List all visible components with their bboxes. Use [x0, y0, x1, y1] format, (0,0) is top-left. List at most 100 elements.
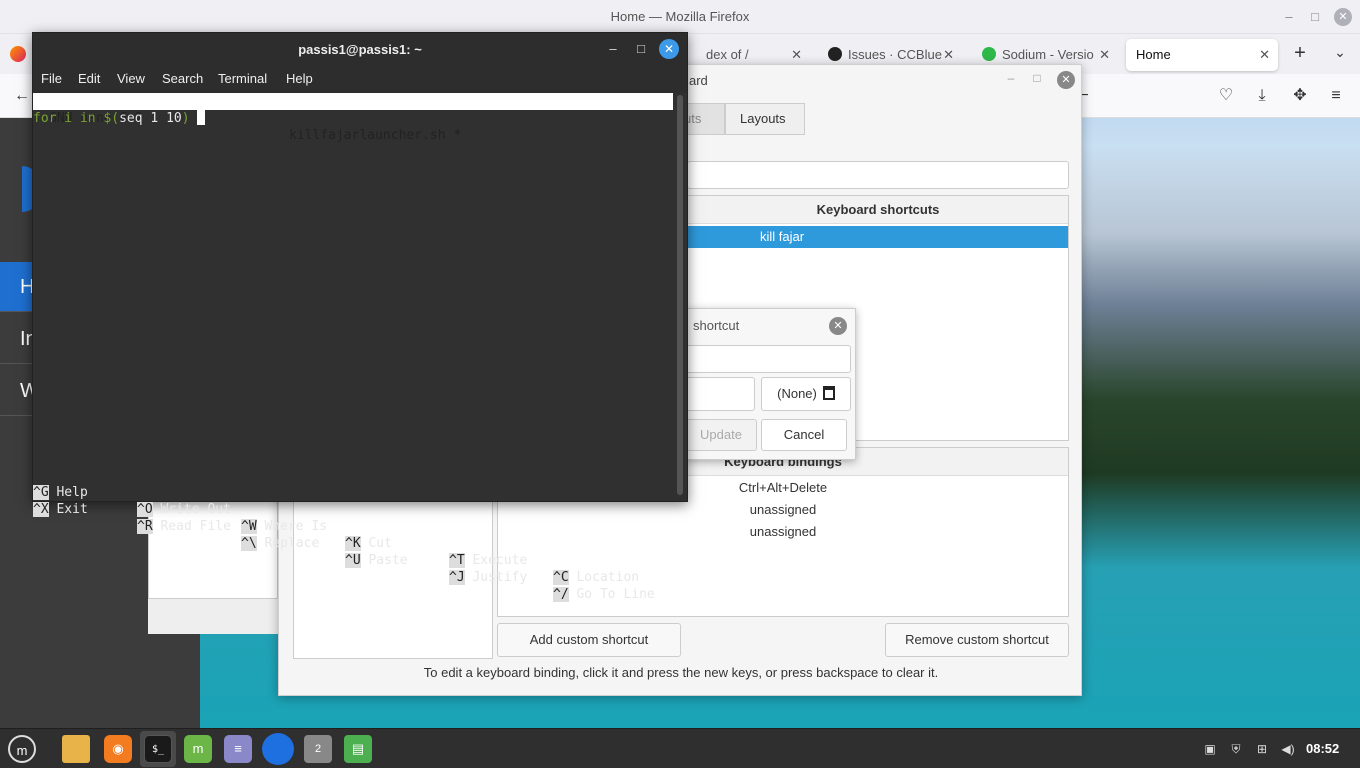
tab-close-icon[interactable]: ✕ — [1099, 39, 1110, 71]
workspace-icon[interactable]: 2 — [304, 735, 332, 763]
github-icon — [828, 47, 842, 61]
code-keyword: for — [33, 111, 57, 126]
menu-help[interactable]: Help — [286, 71, 313, 86]
file-picker-button[interactable]: (None) — [761, 377, 851, 411]
tab-home[interactable]: Home ✕ — [1126, 39, 1278, 71]
extensions-icon[interactable]: ✥ — [1290, 86, 1310, 106]
terminal-window: passis1@passis1: ~ – □ ✕ File Edit View … — [32, 32, 688, 602]
minimize-icon[interactable]: – — [1003, 71, 1019, 87]
close-icon[interactable]: ✕ — [1057, 71, 1075, 89]
tab-layouts[interactable]: Layouts — [725, 103, 805, 135]
command-field[interactable] — [685, 377, 755, 411]
shortcut-key: ^X — [33, 502, 49, 517]
maximize-icon[interactable]: □ — [633, 41, 649, 57]
tab-label: dex of / — [706, 47, 749, 62]
code-keyword: in — [79, 111, 96, 126]
dialog-title: shortcut — [693, 318, 740, 333]
tab-label: Issues · CCBlue — [848, 47, 942, 62]
firefox-titlebar: Home — Mozilla Firefox – □ ✕ — [0, 0, 1360, 34]
shortcut-label: Cut — [368, 536, 392, 551]
shortcut-key: ^K — [345, 536, 361, 551]
menu-terminal[interactable]: Terminal — [218, 71, 267, 86]
page-panel-footer — [148, 598, 278, 634]
menu-view[interactable]: View — [117, 71, 145, 86]
settings-icon[interactable]: ▤ — [344, 735, 372, 763]
shortcut-label: Justify — [472, 570, 528, 585]
list-item[interactable]: kill fajar — [688, 226, 1068, 248]
firefox-icon[interactable]: ◉ — [104, 735, 132, 763]
binding-row[interactable]: unassigned — [498, 502, 1068, 517]
shortcut-label: Execute — [472, 553, 528, 568]
edit-shortcut-dialog: shortcut ✕ (None) Update Cancel — [684, 308, 856, 460]
clipboard-icon[interactable]: ▣ — [1202, 741, 1218, 757]
firefox-window-title: Home — Mozilla Firefox — [610, 9, 750, 24]
maximize-icon[interactable]: □ — [1306, 8, 1324, 26]
terminal-titlebar: passis1@passis1: ~ – □ ✕ — [33, 33, 687, 65]
shortcut-key: ^/ — [553, 587, 569, 602]
tab-close-icon[interactable]: ✕ — [1259, 39, 1270, 71]
pocket-icon[interactable]: ♡ — [1216, 86, 1236, 106]
volume-icon[interactable]: ◀) — [1280, 741, 1296, 757]
text-cursor — [197, 110, 206, 125]
shield-icon[interactable]: ⛨ — [1228, 741, 1244, 757]
shortcut-label: Where Is — [264, 519, 328, 534]
minimize-icon[interactable]: – — [605, 41, 621, 57]
shortcut-key: ^T — [449, 553, 465, 568]
cancel-button[interactable]: Cancel — [761, 419, 847, 451]
shortcut-label: Replace — [264, 536, 320, 551]
menu-search[interactable]: Search — [162, 71, 203, 86]
shortcut-label: Write Out — [160, 502, 231, 517]
update-button[interactable]: Update — [685, 419, 757, 451]
menu-icon[interactable]: ≡ — [1326, 86, 1346, 106]
back-icon[interactable]: ← — [12, 86, 32, 106]
list-tabs-icon[interactable]: ⌄ — [1330, 44, 1350, 61]
tab-label: Sodium - Versio — [1002, 47, 1094, 62]
minimize-icon[interactable]: – — [1280, 8, 1298, 26]
binding-row[interactable]: unassigned — [498, 524, 1068, 539]
close-icon[interactable]: ✕ — [829, 317, 847, 335]
window-title: ard — [689, 73, 708, 88]
shortcut-key: ^J — [449, 570, 465, 585]
workspace-badge: 2 — [314, 743, 322, 755]
nano-editor[interactable]: GNU nano 6.2 killfajarlauncher.sh * for … — [33, 93, 675, 602]
shortcut-key: ^W — [241, 519, 257, 534]
blue-app-icon[interactable] — [262, 733, 294, 765]
code-subshell-open: $( — [95, 111, 120, 126]
search-input[interactable] — [687, 161, 1069, 189]
shortcut-key: ^\ — [241, 536, 257, 551]
shortcut-key: ^U — [345, 553, 361, 568]
code-line[interactable]: for i in $(seq 1 10) — [33, 110, 206, 127]
shortcut-label: Go To Line — [576, 587, 655, 602]
files-icon[interactable] — [62, 735, 90, 763]
menu-icon[interactable]: m — [8, 735, 36, 763]
maximize-icon[interactable]: □ — [1029, 71, 1045, 87]
close-icon[interactable]: ✕ — [1334, 8, 1352, 26]
menu-edit[interactable]: Edit — [78, 71, 100, 86]
terminal-icon[interactable]: $_ — [144, 735, 172, 763]
network-icon[interactable]: ⊞ — [1254, 741, 1270, 757]
terminal-title: passis1@passis1: ~ — [298, 42, 422, 57]
file-icon — [822, 386, 835, 400]
file-picker-label: (None) — [777, 386, 817, 401]
shortcut-key: ^C — [553, 570, 569, 585]
shortcuts-list-header: Keyboard shortcuts — [688, 196, 1068, 224]
tab-label: Home — [1136, 47, 1171, 62]
firefox-tab-icon[interactable] — [10, 46, 26, 62]
menu-file[interactable]: File — [41, 71, 62, 86]
close-icon[interactable]: ✕ — [659, 39, 679, 59]
name-field[interactable] — [685, 345, 851, 373]
shortcut-label: Read File — [160, 519, 231, 534]
text-editor-icon[interactable]: ≡ — [224, 735, 252, 763]
shortcut-key: ^O — [137, 502, 153, 517]
shortcut-key: ^R — [137, 519, 153, 534]
shortcut-label: Paste — [368, 553, 408, 568]
clock[interactable]: 08:52 — [1306, 741, 1339, 756]
nano-filename: killfajarlauncher.sh * — [289, 128, 462, 143]
add-custom-shortcut-button[interactable]: Add custom shortcut — [497, 623, 681, 657]
downloads-icon[interactable]: ⤓ — [1252, 86, 1272, 106]
terminal-scrollbar[interactable] — [677, 95, 683, 495]
new-tab-icon[interactable]: + — [1290, 42, 1310, 65]
mintupdate-icon[interactable]: m — [184, 735, 212, 763]
remove-custom-shortcut-button[interactable]: Remove custom shortcut — [885, 623, 1069, 657]
nano-header: GNU nano 6.2 killfajarlauncher.sh * — [33, 93, 673, 143]
